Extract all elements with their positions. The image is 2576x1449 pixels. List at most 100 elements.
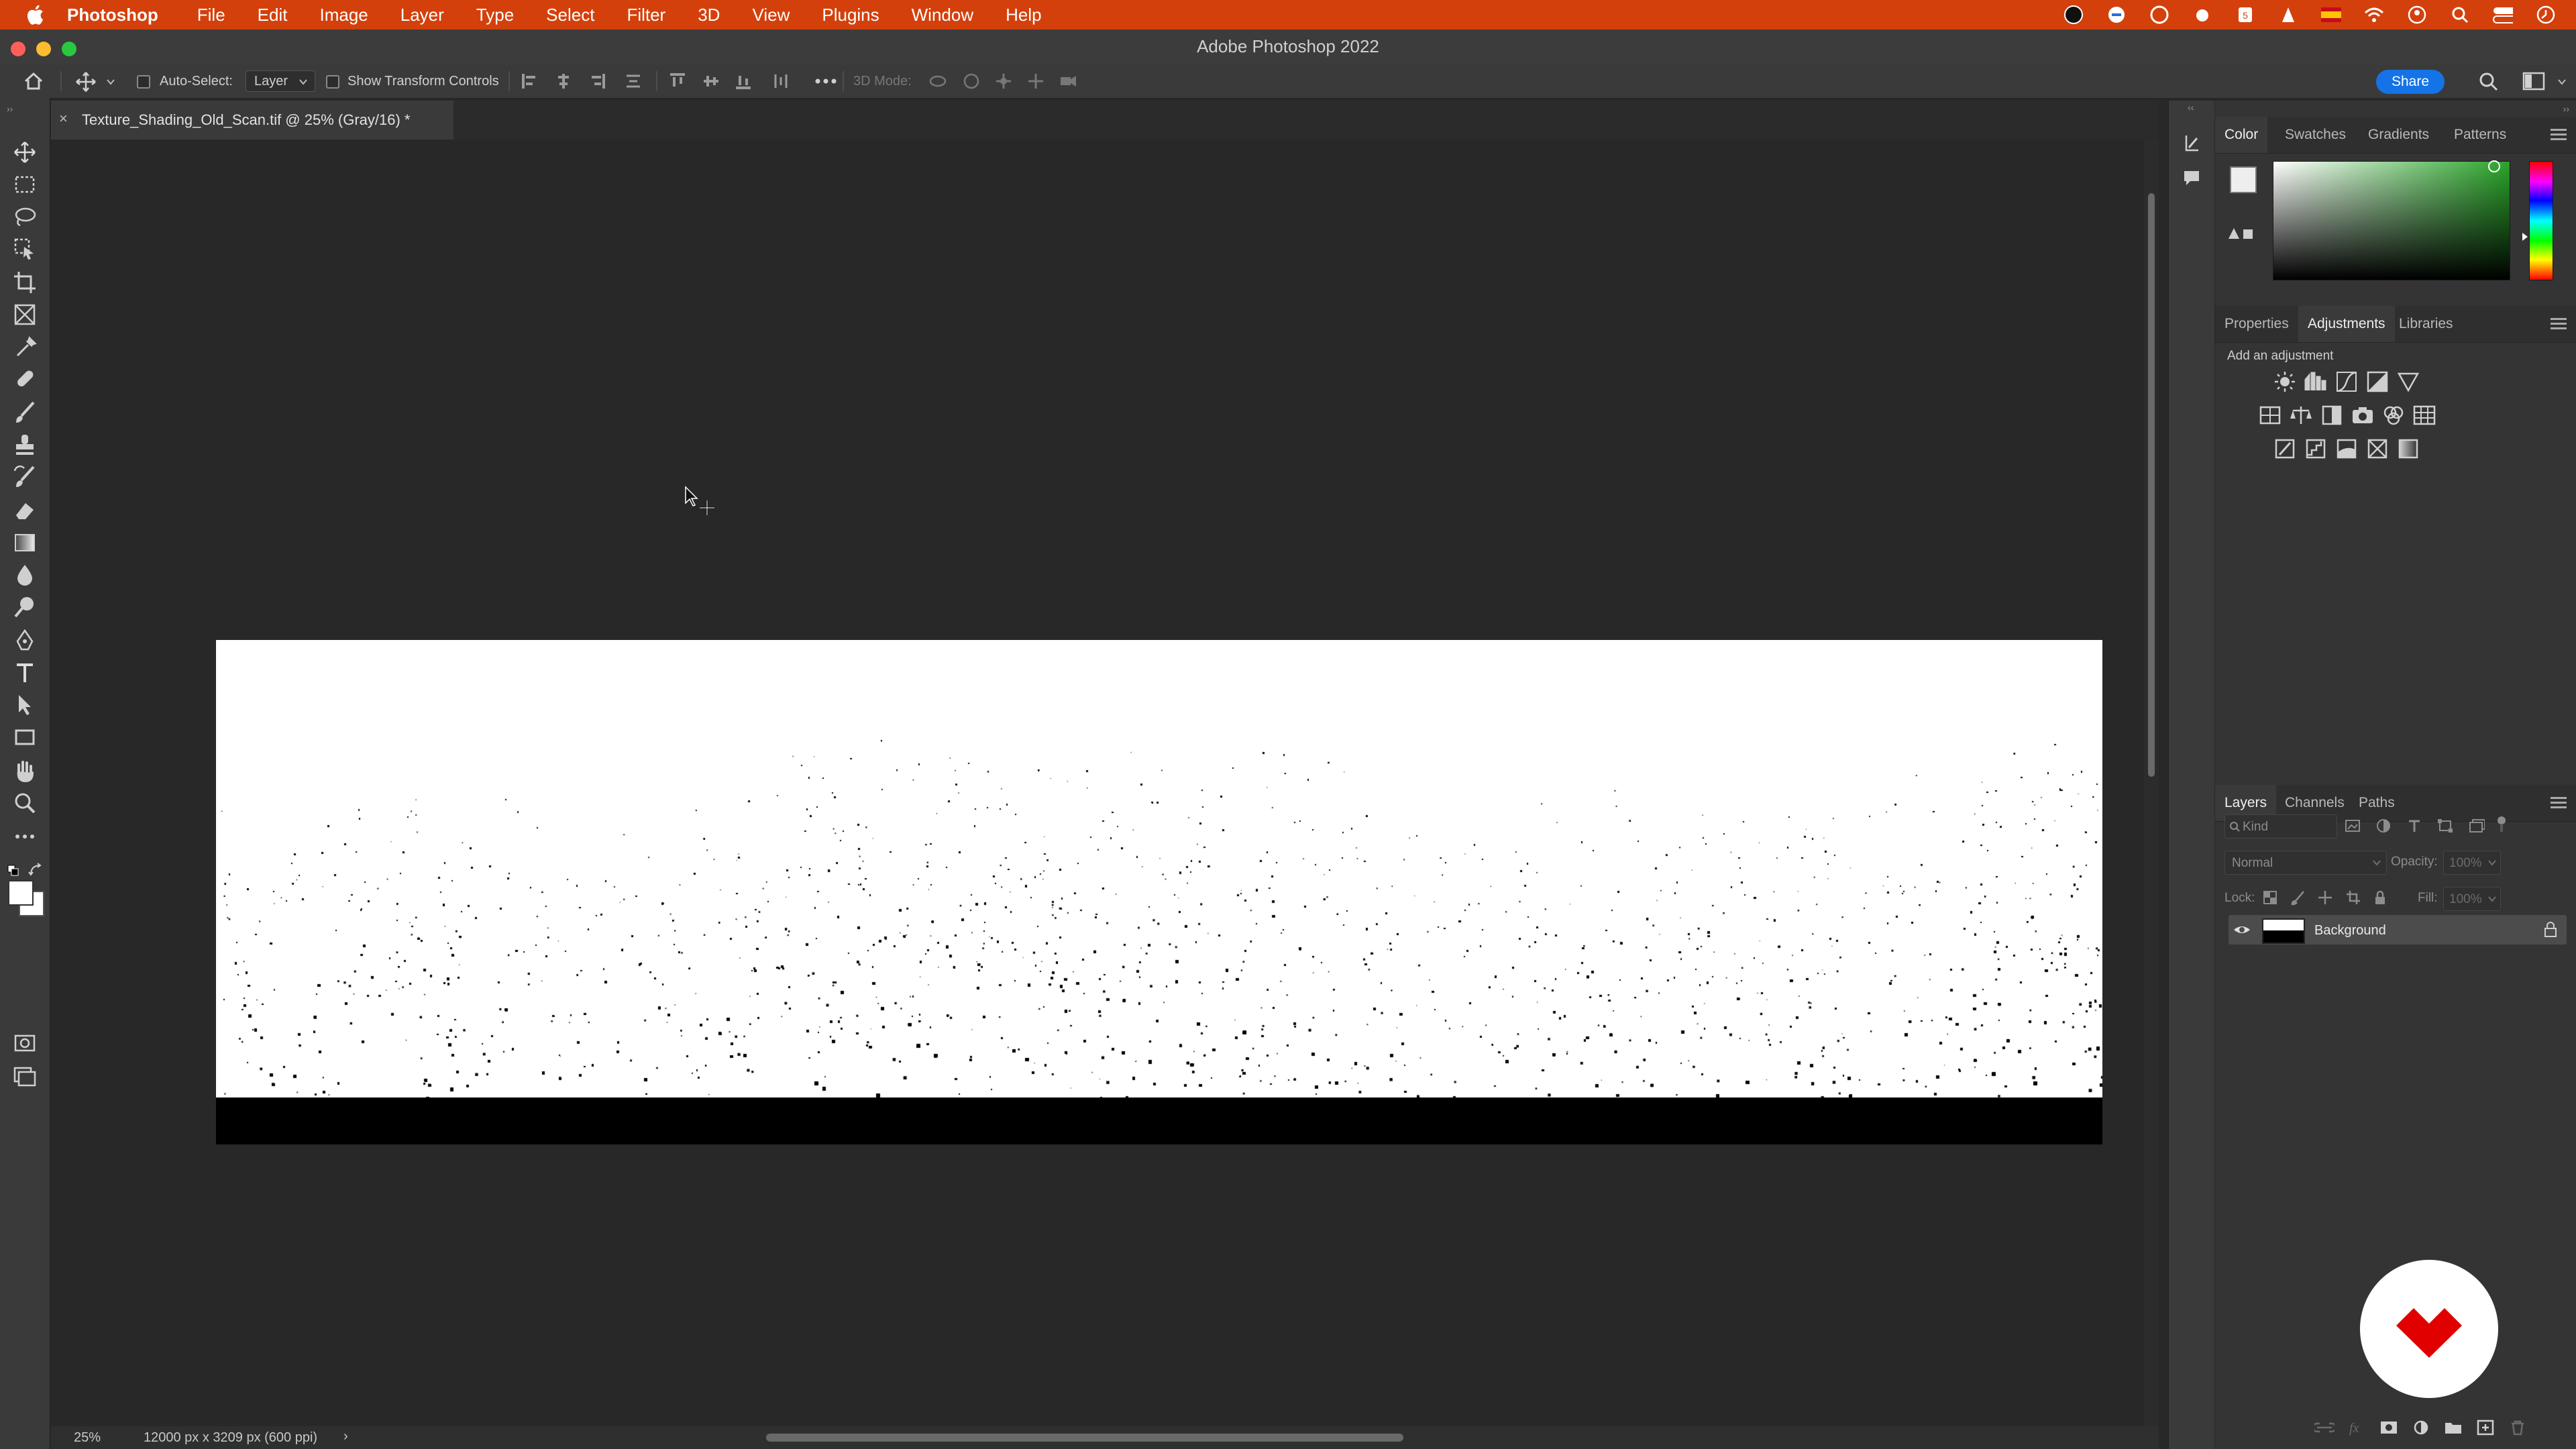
share-button[interactable]: Share (2376, 70, 2445, 94)
spotlight-search-icon[interactable] (2450, 5, 2470, 25)
crop-icon[interactable] (12, 270, 38, 295)
vertical-scrollbar[interactable] (2144, 140, 2159, 1426)
history-icon[interactable] (2182, 133, 2201, 154)
menu-3d[interactable]: 3D (698, 5, 720, 25)
document-tab[interactable]: × Texture_Shading_Old_Scan.tif @ 25% (Gr… (51, 101, 453, 140)
pen-icon[interactable] (12, 628, 38, 653)
posterize-icon[interactable] (2304, 437, 2328, 460)
new-group-icon[interactable] (2443, 1419, 2463, 1436)
move-tool-preset-icon[interactable] (75, 71, 97, 93)
lock-position-icon[interactable] (2317, 890, 2333, 906)
html5-icon[interactable]: 5 (2235, 5, 2255, 25)
exposure-icon[interactable] (2365, 370, 2390, 393)
tab-adjustments[interactable]: Adjustments (2298, 306, 2395, 342)
frame-icon[interactable] (12, 302, 38, 327)
layer-filter-kind-dropdown[interactable]: Kind (2224, 814, 2337, 839)
lasso-icon[interactable] (12, 204, 38, 229)
type-icon[interactable] (12, 660, 38, 686)
distribute-v-icon[interactable] (771, 72, 790, 91)
align-bottom-icon[interactable] (734, 72, 753, 91)
black-white-icon[interactable] (2320, 404, 2344, 427)
apple-icon[interactable] (24, 3, 48, 27)
tab-patterns[interactable]: Patterns (2445, 117, 2516, 153)
collapse-arrows-icon[interactable]: ›› (2563, 103, 2569, 114)
collapse-arrows-icon[interactable]: ‹‹ (2188, 102, 2194, 113)
tab-libraries[interactable]: Libraries (2390, 306, 2463, 342)
align-left-icon[interactable] (521, 72, 539, 91)
zoom-level[interactable]: 25% (74, 1430, 101, 1446)
tab-properties[interactable]: Properties (2215, 306, 2298, 342)
more-tools-icon[interactable] (12, 824, 38, 849)
color-lookup-icon[interactable] (2412, 404, 2436, 427)
3d-camera-icon[interactable] (1059, 72, 1077, 91)
3d-orbit-icon[interactable] (928, 72, 947, 91)
canvas-area[interactable] (51, 140, 2143, 1426)
align-center-h-icon[interactable] (554, 72, 573, 91)
flag-icon[interactable] (2321, 5, 2341, 25)
filter-toggle-icon[interactable] (2496, 816, 2508, 833)
gamut-warning-icon[interactable] (2227, 225, 2254, 240)
filter-pixel-icon[interactable] (2344, 818, 2361, 833)
panel-menu-icon[interactable] (2551, 129, 2567, 143)
color-foreground-swatch[interactable] (2230, 166, 2257, 193)
panel-menu-icon[interactable] (2551, 318, 2567, 332)
invert-icon[interactable] (2273, 437, 2297, 460)
menu-edit[interactable]: Edit (258, 5, 288, 25)
menu-select[interactable]: Select (546, 5, 594, 25)
chevron-down-icon[interactable] (106, 78, 115, 86)
channel-mixer-icon[interactable] (2381, 404, 2406, 427)
healing-icon[interactable] (12, 366, 38, 392)
zoom-icon[interactable] (12, 790, 38, 816)
stamp-icon[interactable] (12, 432, 38, 458)
dodge-icon[interactable] (12, 594, 38, 620)
layer-effects-icon[interactable]: fx (2347, 1419, 2367, 1436)
app-icon[interactable] (2278, 5, 2298, 25)
gradient-icon[interactable] (12, 530, 38, 555)
hand-icon[interactable] (12, 758, 38, 784)
delete-layer-icon[interactable] (2508, 1419, 2528, 1436)
tab-swatches[interactable]: Swatches (2275, 117, 2355, 153)
workspace-icon[interactable] (2522, 71, 2545, 91)
filter-adjustment-icon[interactable] (2375, 818, 2392, 833)
3d-slide-icon[interactable] (1026, 72, 1045, 91)
status-menu-arrow[interactable]: › (343, 1429, 348, 1444)
foreground-color-swatch[interactable] (8, 880, 34, 906)
distribute-icon[interactable] (624, 72, 643, 91)
selective-color-icon[interactable] (2365, 437, 2390, 460)
levels-icon[interactable] (2304, 370, 2328, 393)
messenger-icon[interactable] (2106, 5, 2127, 25)
photo-filter-icon[interactable] (2351, 404, 2375, 427)
threshold-icon[interactable] (2334, 437, 2359, 460)
rectangle-icon[interactable] (12, 724, 38, 750)
user-icon[interactable] (2407, 5, 2427, 25)
menu-filter[interactable]: Filter (627, 5, 665, 25)
swap-colors-icon[interactable] (28, 863, 43, 877)
lock-artboard-icon[interactable] (2345, 890, 2361, 906)
bug-icon[interactable] (2192, 5, 2212, 25)
blend-mode-dropdown[interactable]: Normal (2224, 851, 2387, 875)
marquee-icon[interactable] (12, 172, 38, 197)
add-mask-icon[interactable] (2379, 1419, 2399, 1436)
document-canvas[interactable] (216, 640, 2102, 1144)
link-layers-icon[interactable] (2314, 1419, 2334, 1436)
lock-transparent-icon[interactable] (2262, 890, 2278, 906)
quick-mask-icon[interactable] (12, 1030, 38, 1056)
menu-layer[interactable]: Layer (400, 5, 444, 25)
tab-gradients[interactable]: Gradients (2359, 117, 2438, 153)
search-icon[interactable] (2478, 71, 2500, 93)
obs-icon[interactable] (2063, 5, 2084, 25)
object-select-icon[interactable] (12, 236, 38, 262)
menu-image[interactable]: Image (319, 5, 368, 25)
align-top-icon[interactable] (668, 72, 687, 91)
menu-app-name[interactable]: Photoshop (67, 5, 158, 25)
color-balance-icon[interactable] (2289, 404, 2313, 427)
menu-file[interactable]: File (197, 5, 225, 25)
menu-help[interactable]: Help (1006, 5, 1041, 25)
blur-icon[interactable] (12, 562, 38, 588)
path-select-icon[interactable] (12, 692, 38, 718)
tab-color[interactable]: Color (2215, 117, 2268, 153)
hue-saturation-icon[interactable] (2258, 404, 2282, 427)
filter-smart-object-icon[interactable] (2467, 818, 2485, 833)
layer-lock-icon[interactable] (2544, 922, 2557, 938)
brush-icon[interactable] (12, 400, 38, 425)
